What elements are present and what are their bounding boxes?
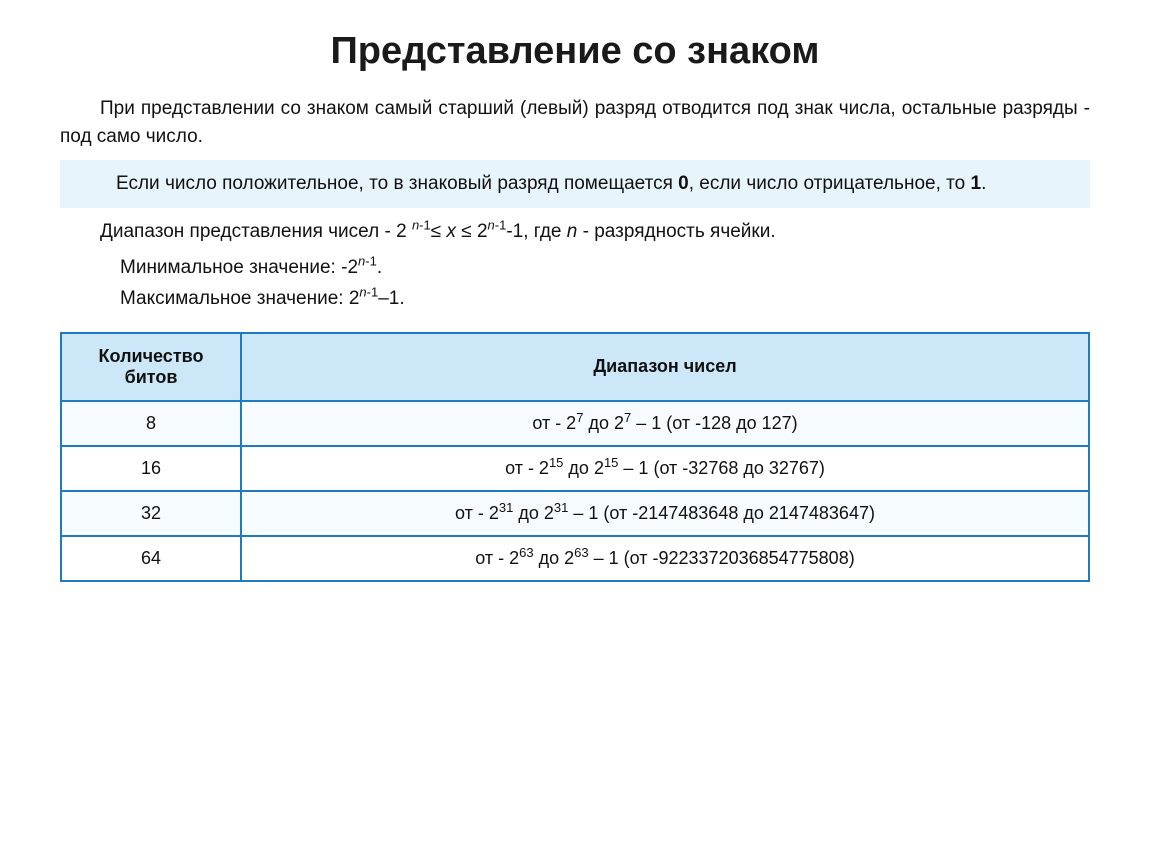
bits-cell: 32 xyxy=(61,491,241,536)
table-row: 32 от - 231 до 231 – 1 (от -2147483648 д… xyxy=(61,491,1089,536)
table-header-row: Количествобитов Диапазон чисел xyxy=(61,333,1089,401)
range-cell: от - 263 до 263 – 1 (от -922337203685477… xyxy=(241,536,1089,581)
header-bits: Количествобитов xyxy=(61,333,241,401)
min-value-line: Минимальное значение: -2n-1. xyxy=(120,253,1090,283)
range-paragraph: Диапазон представления чисел - 2 n-1≤ x … xyxy=(60,218,1090,246)
header-range: Диапазон чисел xyxy=(241,333,1089,401)
bits-cell: 64 xyxy=(61,536,241,581)
range-cell: от - 215 до 215 – 1 (от -32768 до 32767) xyxy=(241,446,1089,491)
table-row: 16 от - 215 до 215 – 1 (от -32768 до 327… xyxy=(61,446,1089,491)
table-row: 64 от - 263 до 263 – 1 (от -922337203685… xyxy=(61,536,1089,581)
range-cell: от - 27 до 27 – 1 (от -128 до 127) xyxy=(241,401,1089,446)
page-title: Представление со знаком xyxy=(60,30,1090,73)
highlighted-paragraph: Если число положительное, то в знаковый … xyxy=(60,160,1090,208)
max-value-line: Максимальное значение: 2n-1–1. xyxy=(120,284,1090,314)
range-table: Количествобитов Диапазон чисел 8 от - 27… xyxy=(60,332,1090,582)
bits-cell: 8 xyxy=(61,401,241,446)
min-max-block: Минимальное значение: -2n-1. Максимально… xyxy=(60,253,1090,314)
bits-cell: 16 xyxy=(61,446,241,491)
intro-paragraph: При представлении со знаком самый старши… xyxy=(60,95,1090,150)
table-row: 8 от - 27 до 27 – 1 (от -128 до 127) xyxy=(61,401,1089,446)
max-label: Максимальное значение: 2n-1–1. xyxy=(120,288,405,309)
range-cell: от - 231 до 231 – 1 (от -2147483648 до 2… xyxy=(241,491,1089,536)
min-label: Минимальное значение: -2n-1. xyxy=(120,257,382,278)
page-container: Представление со знаком При представлени… xyxy=(0,0,1150,864)
